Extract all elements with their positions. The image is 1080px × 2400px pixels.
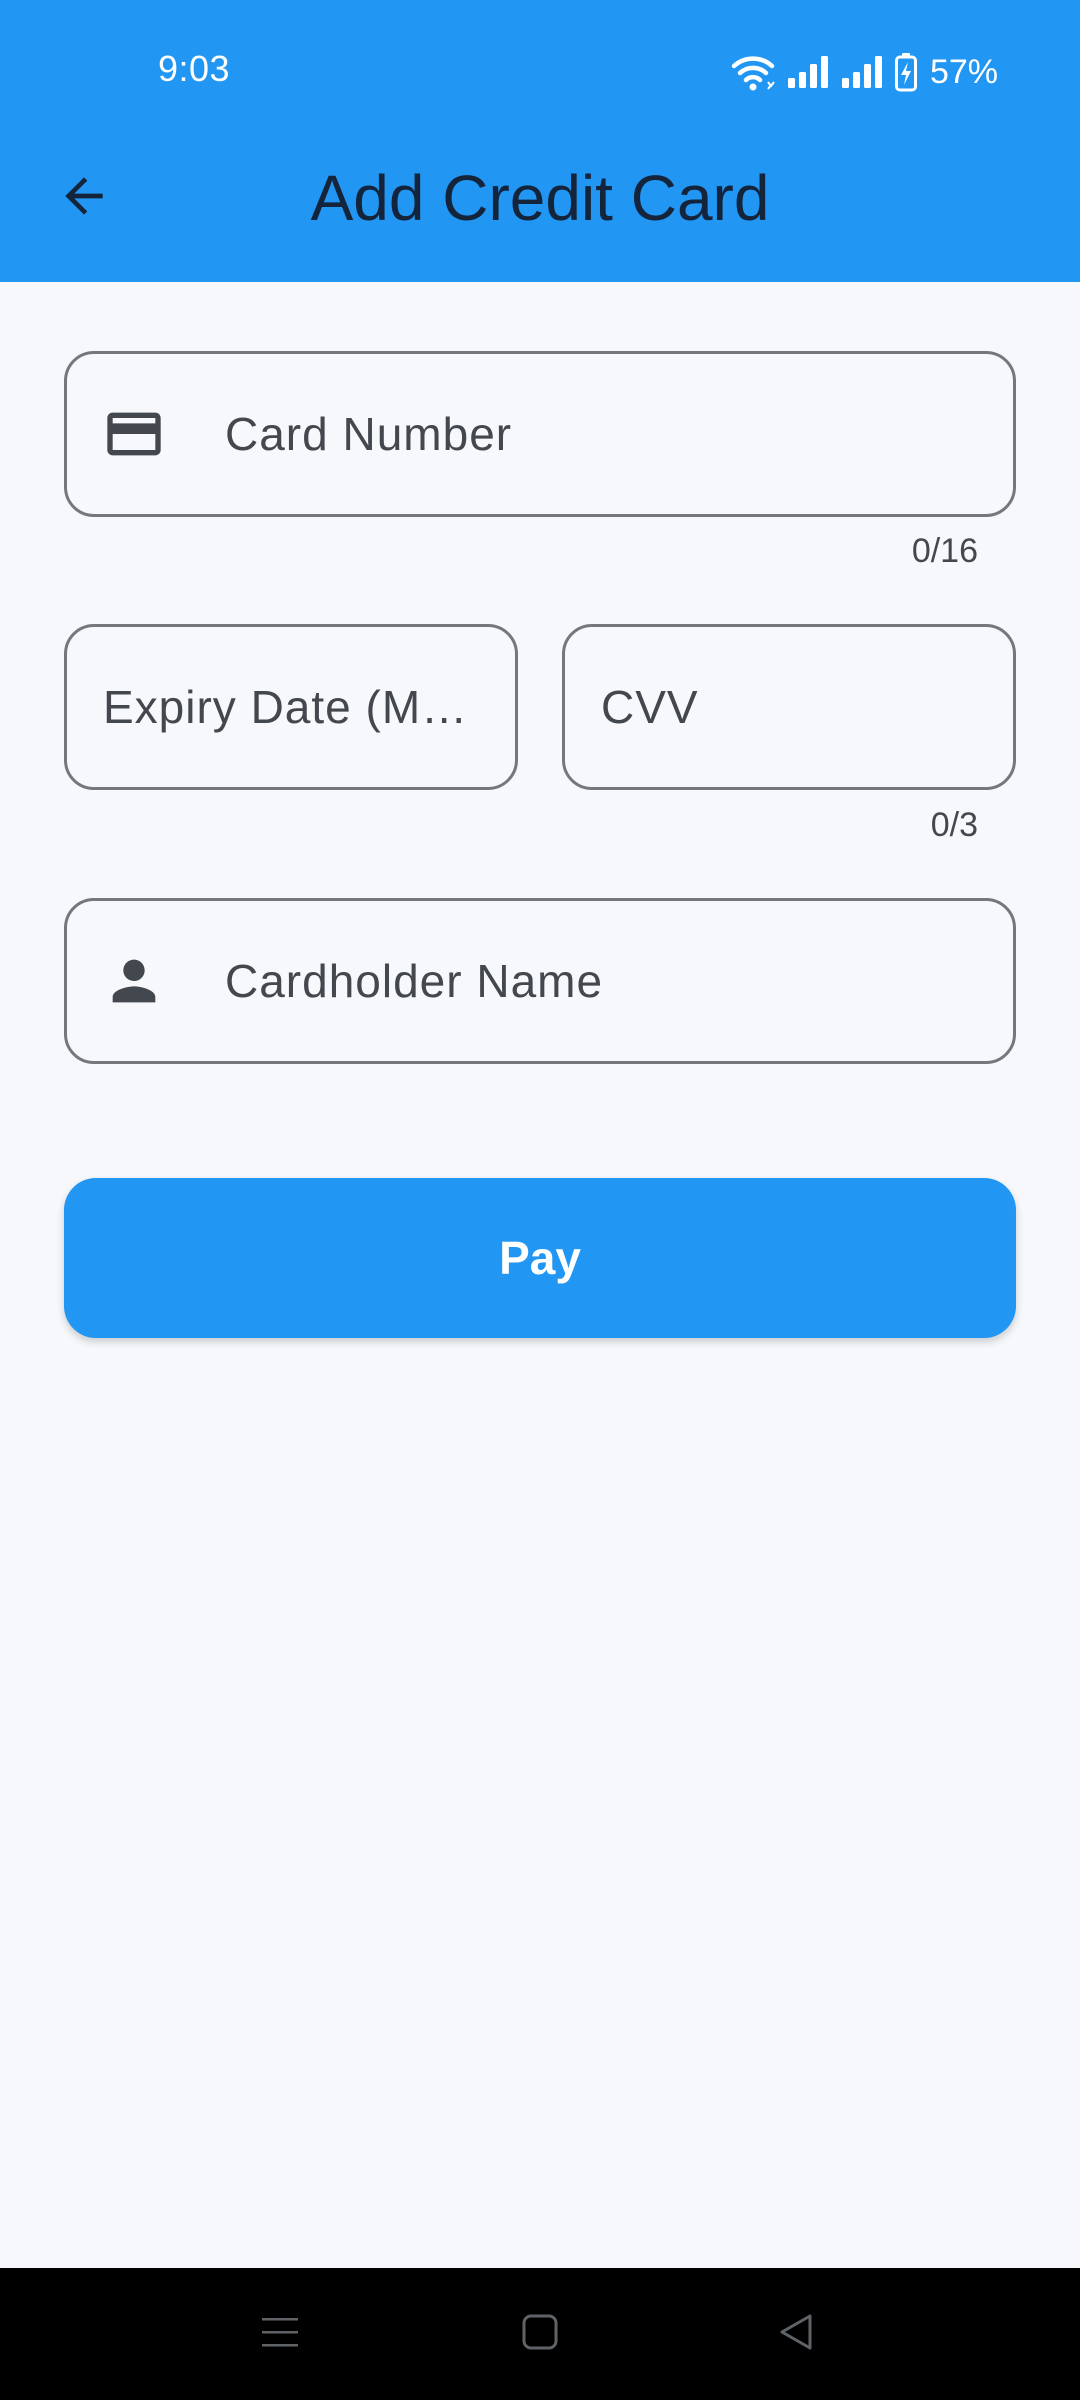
page-title: Add Credit Card <box>310 162 770 234</box>
signal-icon <box>786 54 830 90</box>
home-icon <box>520 2312 560 2357</box>
menu-icon <box>260 2312 300 2357</box>
card-number-field[interactable]: Card Number <box>64 351 1016 517</box>
card-number-counter: 0/16 <box>911 532 978 570</box>
battery-percent: 57% <box>929 52 998 91</box>
status-icons: 57% <box>730 50 998 94</box>
pay-button[interactable]: Pay <box>64 1178 1016 1338</box>
app-bar: 9:03 57% Add Credit Card <box>0 0 1080 282</box>
back-triangle-icon <box>776 2312 816 2357</box>
signal-icon <box>840 54 884 90</box>
cvv-placeholder: CVV <box>601 681 699 733</box>
system-nav-bar <box>0 2268 1080 2400</box>
person-icon <box>99 946 169 1016</box>
cvv-field[interactable]: CVV <box>562 624 1016 790</box>
system-back-button[interactable] <box>756 2298 836 2370</box>
expiry-date-field[interactable]: Expiry Date (M… <box>64 624 518 790</box>
card-number-placeholder: Card Number <box>225 408 513 460</box>
home-button[interactable] <box>500 2298 580 2370</box>
battery-charging-icon <box>894 52 918 92</box>
wifi-icon <box>730 52 776 92</box>
cvv-counter: 0/3 <box>930 806 978 844</box>
status-time: 9:03 <box>158 48 231 89</box>
screen: 9:03 57% Add Credit Card Card Number 0/1… <box>0 0 1080 2400</box>
recent-apps-button[interactable] <box>240 2298 320 2370</box>
credit-card-icon <box>99 399 169 469</box>
pay-button-label: Pay <box>499 1232 581 1284</box>
cardholder-name-placeholder: Cardholder Name <box>225 955 604 1007</box>
expiry-date-placeholder: Expiry Date (M… <box>103 681 469 733</box>
cardholder-name-field[interactable]: Cardholder Name <box>64 898 1016 1064</box>
